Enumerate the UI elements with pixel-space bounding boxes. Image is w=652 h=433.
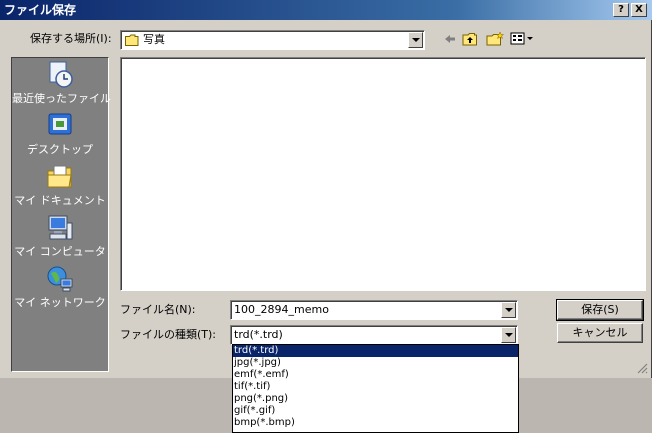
place-label: マイ ネットワーク [14,296,106,309]
save-button[interactable]: 保存(S) [556,299,644,321]
filetype-option[interactable]: jpg(*.jpg) [233,357,518,369]
my-network-icon [47,266,73,292]
filetype-combo[interactable]: trd(*.trd) [230,325,518,345]
filename-dropdown-button[interactable] [501,302,516,318]
save-in-label: 保存する場所(I): [30,32,112,45]
cancel-button[interactable]: キャンセル [557,323,643,343]
filetype-option[interactable]: gif(*.gif) [233,405,518,417]
save-in-value: 写真 [143,33,165,46]
my-computer-icon [48,215,73,240]
filetype-label: ファイルの種類(T): [120,328,217,341]
place-my-documents[interactable]: マイ ドキュメント [12,162,108,208]
place-desktop[interactable]: デスクトップ [12,111,108,157]
desktop-icon [48,113,72,135]
places-bar: 最近使ったファイル デスクトップ マイ ドキュメント マイ コンピュータ マイ … [11,57,111,372]
dialog-title: ファイル保存 [4,3,77,17]
place-my-computer[interactable]: マイ コンピュータ [12,213,108,259]
filename-label: ファイル名(N): [120,303,196,316]
folder-icon [125,34,139,46]
title-bar: ファイル保存 ? X [0,0,652,20]
place-label: マイ ドキュメント [14,194,106,207]
place-my-network[interactable]: マイ ネットワーク [12,264,108,310]
place-label: 最近使ったファイル [12,92,111,105]
save-in-combo[interactable]: 写真 [120,30,425,50]
filetype-value: trd(*.trd) [234,328,283,341]
save-in-dropdown-button[interactable] [408,32,423,48]
filetype-option[interactable]: trd(*.trd) [233,345,518,357]
filetype-option[interactable]: png(*.png) [233,393,518,405]
filename-input[interactable]: 100_2894_memo [234,303,329,317]
filename-combo[interactable]: 100_2894_memo [230,300,518,320]
filetype-option[interactable]: bmp(*.bmp) [233,417,518,429]
filetype-dropdown-button[interactable] [501,327,516,343]
my-documents-icon [47,165,72,188]
place-label: デスクトップ [27,143,93,156]
resize-grip[interactable] [636,362,648,374]
back-icon[interactable] [443,32,457,46]
view-menu-icon[interactable] [510,31,534,47]
place-recent[interactable]: 最近使ったファイル [12,60,111,106]
help-button[interactable]: ? [613,3,629,17]
place-label: マイ コンピュータ [14,245,106,258]
file-list[interactable] [120,57,646,291]
new-folder-icon[interactable] [486,31,504,47]
filetype-option[interactable]: tif(*.tif) [233,381,518,393]
close-button[interactable]: X [631,3,647,17]
filetype-option[interactable]: emf(*.emf) [233,369,518,381]
filetype-dropdown-list: trd(*.trd) jpg(*.jpg) emf(*.emf) tif(*.t… [232,344,519,433]
up-folder-icon[interactable] [462,31,478,47]
recent-documents-icon [49,61,73,88]
